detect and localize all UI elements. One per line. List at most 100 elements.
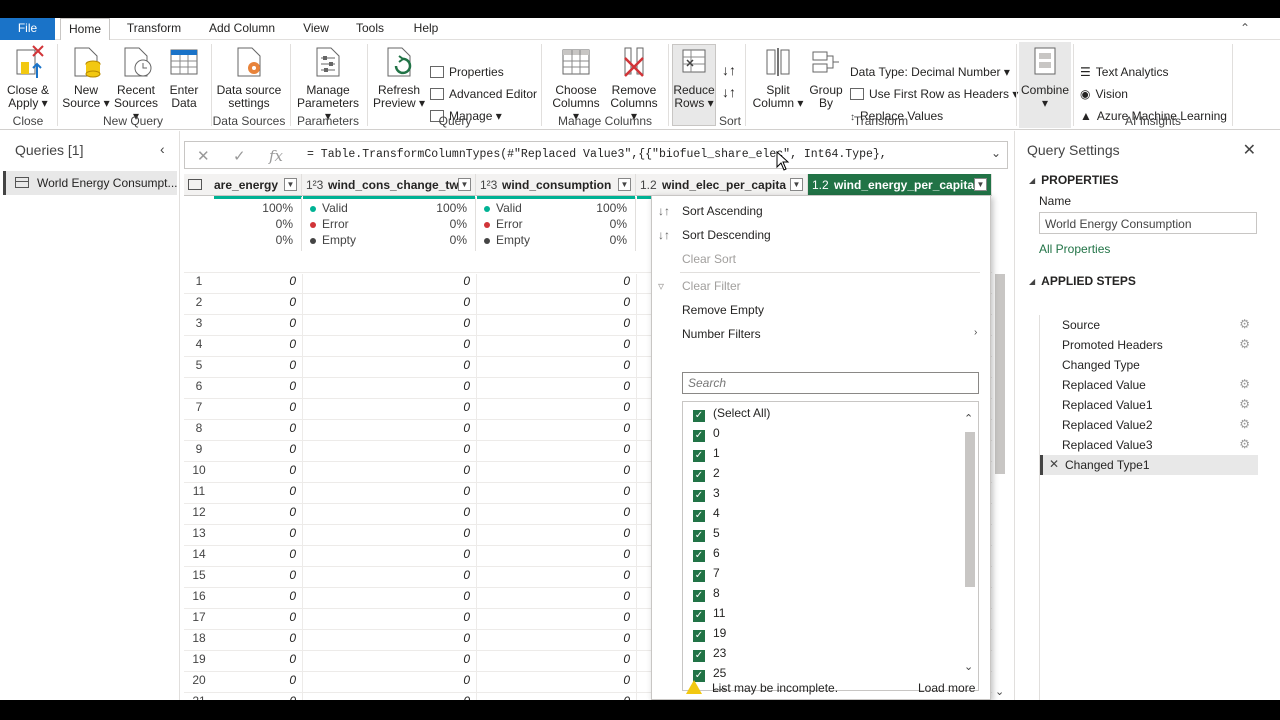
table-cell[interactable]: 0 bbox=[576, 547, 630, 561]
data-source-settings-button[interactable]: Data source settings bbox=[214, 44, 284, 110]
column-header-are-energy[interactable]: are_energy ▼ bbox=[184, 174, 302, 196]
cancel-formula-icon[interactable]: ✕ bbox=[197, 147, 210, 165]
table-cell[interactable]: 0 bbox=[416, 400, 470, 414]
split-column-button[interactable]: Split Column ▾ bbox=[752, 44, 804, 110]
table-cell[interactable]: 0 bbox=[416, 295, 470, 309]
table-cell[interactable]: 0 bbox=[242, 421, 296, 435]
table-cell[interactable]: 0 bbox=[242, 631, 296, 645]
step-settings-gear-icon[interactable]: ⚙ bbox=[1239, 337, 1250, 351]
column-filter-icon[interactable]: ▼ bbox=[284, 178, 297, 191]
scroll-down-icon[interactable]: ⌄ bbox=[964, 660, 973, 673]
refresh-preview-button[interactable]: Refresh Preview ▾ bbox=[372, 44, 426, 110]
table-cell[interactable]: 0 bbox=[416, 505, 470, 519]
tab-home[interactable]: Home bbox=[60, 18, 110, 41]
combine-button[interactable]: Combine ▾ bbox=[1020, 44, 1070, 110]
table-cell[interactable]: 0 bbox=[416, 358, 470, 372]
checkbox-checked-icon[interactable]: ✓ bbox=[693, 530, 705, 542]
table-cell[interactable]: 0 bbox=[416, 274, 470, 288]
table-cell[interactable]: 0 bbox=[416, 316, 470, 330]
table-cell[interactable]: 0 bbox=[576, 463, 630, 477]
filter-value-item[interactable]: ✓ 8 bbox=[693, 586, 720, 604]
filter-value-item[interactable]: ✓ 2 bbox=[693, 466, 720, 484]
column-header-wind-consumption[interactable]: 1²3 wind_consumption ▼ bbox=[476, 174, 636, 196]
table-cell[interactable]: 0 bbox=[416, 379, 470, 393]
table-cell[interactable]: 0 bbox=[576, 379, 630, 393]
table-cell[interactable]: 0 bbox=[242, 337, 296, 351]
table-cell[interactable]: 0 bbox=[242, 316, 296, 330]
vision-button[interactable]: ◉ Vision bbox=[1080, 87, 1128, 101]
table-cell[interactable]: 0 bbox=[242, 673, 296, 687]
step-settings-gear-icon[interactable]: ⚙ bbox=[1239, 377, 1250, 391]
grid-vertical-scrollbar[interactable]: ⌄ bbox=[992, 174, 1008, 700]
table-cell[interactable]: 0 bbox=[242, 358, 296, 372]
text-analytics-button[interactable]: ☰ Text Analytics bbox=[1080, 65, 1168, 79]
checkbox-checked-icon[interactable]: ✓ bbox=[693, 430, 705, 442]
column-filter-icon[interactable]: ▼ bbox=[458, 178, 471, 191]
fx-icon[interactable]: fx bbox=[269, 147, 283, 165]
table-cell[interactable]: 0 bbox=[416, 589, 470, 603]
applied-steps-heading[interactable]: APPLIED STEPS bbox=[1029, 274, 1136, 288]
table-cell[interactable]: 0 bbox=[576, 568, 630, 582]
table-cell[interactable]: 0 bbox=[416, 631, 470, 645]
filter-search-input[interactable]: Search bbox=[682, 372, 979, 394]
applied-step[interactable]: Replaced Value2 ⚙ bbox=[1040, 415, 1258, 435]
list-scrollbar[interactable]: ⌃ ⌄ bbox=[961, 402, 978, 690]
table-cell[interactable]: 0 bbox=[576, 316, 630, 330]
table-cell[interactable]: 0 bbox=[576, 505, 630, 519]
table-cell[interactable]: 0 bbox=[416, 652, 470, 666]
checkbox-checked-icon[interactable]: ✓ bbox=[693, 450, 705, 462]
confirm-formula-icon[interactable]: ✓ bbox=[233, 147, 246, 165]
filter-value-item[interactable]: ✓ 11 bbox=[693, 606, 725, 624]
scrollbar-thumb[interactable] bbox=[995, 274, 1005, 474]
applied-step[interactable]: Changed Type bbox=[1040, 355, 1258, 375]
table-cell[interactable]: 0 bbox=[242, 589, 296, 603]
table-cell[interactable]: 0 bbox=[416, 421, 470, 435]
properties-heading[interactable]: PROPERTIES bbox=[1029, 173, 1118, 187]
table-cell[interactable]: 0 bbox=[242, 379, 296, 393]
column-filter-icon[interactable]: ▼ bbox=[790, 178, 803, 191]
checkbox-checked-icon[interactable]: ✓ bbox=[693, 490, 705, 502]
applied-step[interactable]: ✕ Changed Type1 bbox=[1040, 455, 1258, 475]
table-cell[interactable]: 0 bbox=[576, 589, 630, 603]
table-cell[interactable]: 0 bbox=[576, 673, 630, 687]
sort-ascending-item[interactable]: Sort Ascending bbox=[682, 204, 763, 218]
enter-data-button[interactable]: Enter Data bbox=[164, 44, 204, 110]
applied-step[interactable]: Replaced Value ⚙ bbox=[1040, 375, 1258, 395]
table-cell[interactable]: 0 bbox=[416, 547, 470, 561]
table-cell[interactable]: 0 bbox=[242, 652, 296, 666]
table-cell[interactable]: 0 bbox=[416, 442, 470, 456]
step-settings-gear-icon[interactable]: ⚙ bbox=[1239, 397, 1250, 411]
all-properties-link[interactable]: All Properties bbox=[1039, 242, 1110, 256]
use-first-row-headers-button[interactable]: Use First Row as Headers ▾ bbox=[850, 87, 1018, 101]
step-settings-gear-icon[interactable]: ⚙ bbox=[1239, 417, 1250, 431]
table-cell[interactable]: 0 bbox=[242, 400, 296, 414]
checkbox-checked-icon[interactable]: ✓ bbox=[693, 470, 705, 482]
filter-value-item[interactable]: ✓ 3 bbox=[693, 486, 720, 504]
sort-descending-icon[interactable]: ↓↑ bbox=[722, 84, 736, 100]
list-scrollbar-thumb[interactable] bbox=[965, 432, 975, 587]
tab-add-column[interactable]: Add Column bbox=[200, 18, 284, 40]
filter-value-item[interactable]: ✓ 5 bbox=[693, 526, 720, 544]
tab-view[interactable]: View bbox=[296, 18, 336, 40]
table-cell[interactable]: 0 bbox=[416, 673, 470, 687]
table-cell[interactable]: 0 bbox=[576, 631, 630, 645]
remove-empty-item[interactable]: Remove Empty bbox=[682, 303, 764, 317]
manage-parameters-button[interactable]: Manage Parameters ▾ bbox=[294, 44, 362, 123]
table-cell[interactable]: 0 bbox=[416, 610, 470, 624]
remove-columns-button[interactable]: Remove Columns ▾ bbox=[606, 44, 662, 123]
group-by-button[interactable]: Group By bbox=[806, 44, 846, 110]
table-cell[interactable]: 0 bbox=[242, 274, 296, 288]
step-settings-gear-icon[interactable]: ⚙ bbox=[1239, 437, 1250, 451]
checkbox-checked-icon[interactable]: ✓ bbox=[693, 610, 705, 622]
clear-filter-item[interactable]: Clear Filter bbox=[682, 279, 741, 293]
sort-ascending-icon[interactable]: ↓↑ bbox=[722, 62, 736, 78]
table-cell[interactable]: 0 bbox=[242, 463, 296, 477]
checkbox-checked-icon[interactable]: ✓ bbox=[693, 550, 705, 562]
table-cell[interactable]: 0 bbox=[242, 526, 296, 540]
table-cell[interactable]: 0 bbox=[416, 568, 470, 582]
load-more-link[interactable]: Load more bbox=[918, 681, 975, 695]
column-header-wind-elec-per-capita[interactable]: 1.2 wind_elec_per_capita ▼ bbox=[636, 174, 808, 196]
checkbox-checked-icon[interactable]: ✓ bbox=[693, 570, 705, 582]
collapse-queries-icon[interactable]: ‹ bbox=[160, 141, 165, 157]
table-cell[interactable]: 0 bbox=[416, 337, 470, 351]
